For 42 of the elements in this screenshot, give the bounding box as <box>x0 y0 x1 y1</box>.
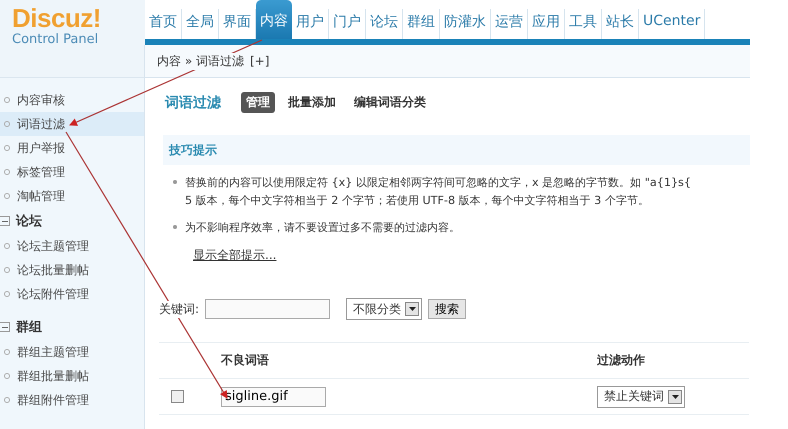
breadcrumb: 内容 » 词语过滤 <box>157 52 244 70</box>
nav-tab[interactable]: 内容 <box>256 0 292 39</box>
sidebar-item[interactable]: 内容审核 <box>0 88 144 112</box>
word-input[interactable]: sigline.gif <box>221 386 326 406</box>
row-checkbox[interactable] <box>171 390 184 403</box>
page-title: 词语过滤 <box>165 94 221 112</box>
keyword-input[interactable] <box>205 299 330 319</box>
logo-subtitle: Control Panel <box>12 32 100 47</box>
sidebar-item[interactable]: 用户举报 <box>0 136 144 160</box>
action-select[interactable]: 禁止关键词 <box>597 386 685 408</box>
sidebar-group-title: 论坛 <box>16 213 42 230</box>
column-header: 过滤动作 <box>597 352 646 369</box>
search-button[interactable]: 搜索 <box>428 299 466 319</box>
sidebar-item[interactable]: 标签管理 <box>0 160 144 184</box>
sidebar-group-title: 群组 <box>16 319 42 336</box>
sub-tab[interactable]: 管理 <box>241 92 275 113</box>
collapse-icon[interactable] <box>0 322 10 332</box>
column-header: 不良词语 <box>221 352 270 369</box>
sidebar-item[interactable]: 群组批量删帖 <box>0 364 144 388</box>
sidebar-item[interactable]: 论坛批量删帖 <box>0 258 144 282</box>
collapse-icon[interactable] <box>0 216 10 226</box>
tip-text: 5 版本，每个中文字符相当于 2 个字节；若使用 UTF-8 版本，每个中文字符相当于 3 个字节。 <box>185 193 650 209</box>
sub-tab[interactable]: 编辑词语分类 <box>349 92 431 113</box>
sidebar-item[interactable]: 论坛主题管理 <box>0 234 144 258</box>
sidebar-item[interactable]: 群组附件管理 <box>0 388 144 412</box>
sidebar-item[interactable]: 群组主题管理 <box>0 340 144 364</box>
sidebar-item[interactable]: 淘帖管理 <box>0 184 144 208</box>
bullet-icon <box>173 225 177 229</box>
show-all-tips-link[interactable]: 显示全部提示... <box>193 247 276 264</box>
tip-text: 替换前的内容可以使用限定符 {x} 以限定相邻两字符间可忽略的文字，x 是忽略的字节数。如 "a{1}s{ <box>185 175 692 191</box>
sidebar-item[interactable]: 词语过滤 <box>0 112 144 136</box>
tip-text: 为不影响程序效率，请不要设置过多不需要的过滤内容。 <box>185 220 460 236</box>
dropdown-caret-icon <box>668 390 682 404</box>
sidebar-item[interactable]: 论坛附件管理 <box>0 282 144 306</box>
keyword-label: 关键词: <box>159 300 200 318</box>
category-select[interactable]: 不限分类 <box>346 298 422 320</box>
sub-tab[interactable]: 批量添加 <box>283 92 341 113</box>
tips-title: 技巧提示 <box>169 142 217 158</box>
dropdown-caret-icon <box>405 302 420 316</box>
logo-title: Discuz! <box>12 4 102 32</box>
bullet-icon <box>173 180 177 184</box>
add-link[interactable]: [+] <box>250 54 270 68</box>
